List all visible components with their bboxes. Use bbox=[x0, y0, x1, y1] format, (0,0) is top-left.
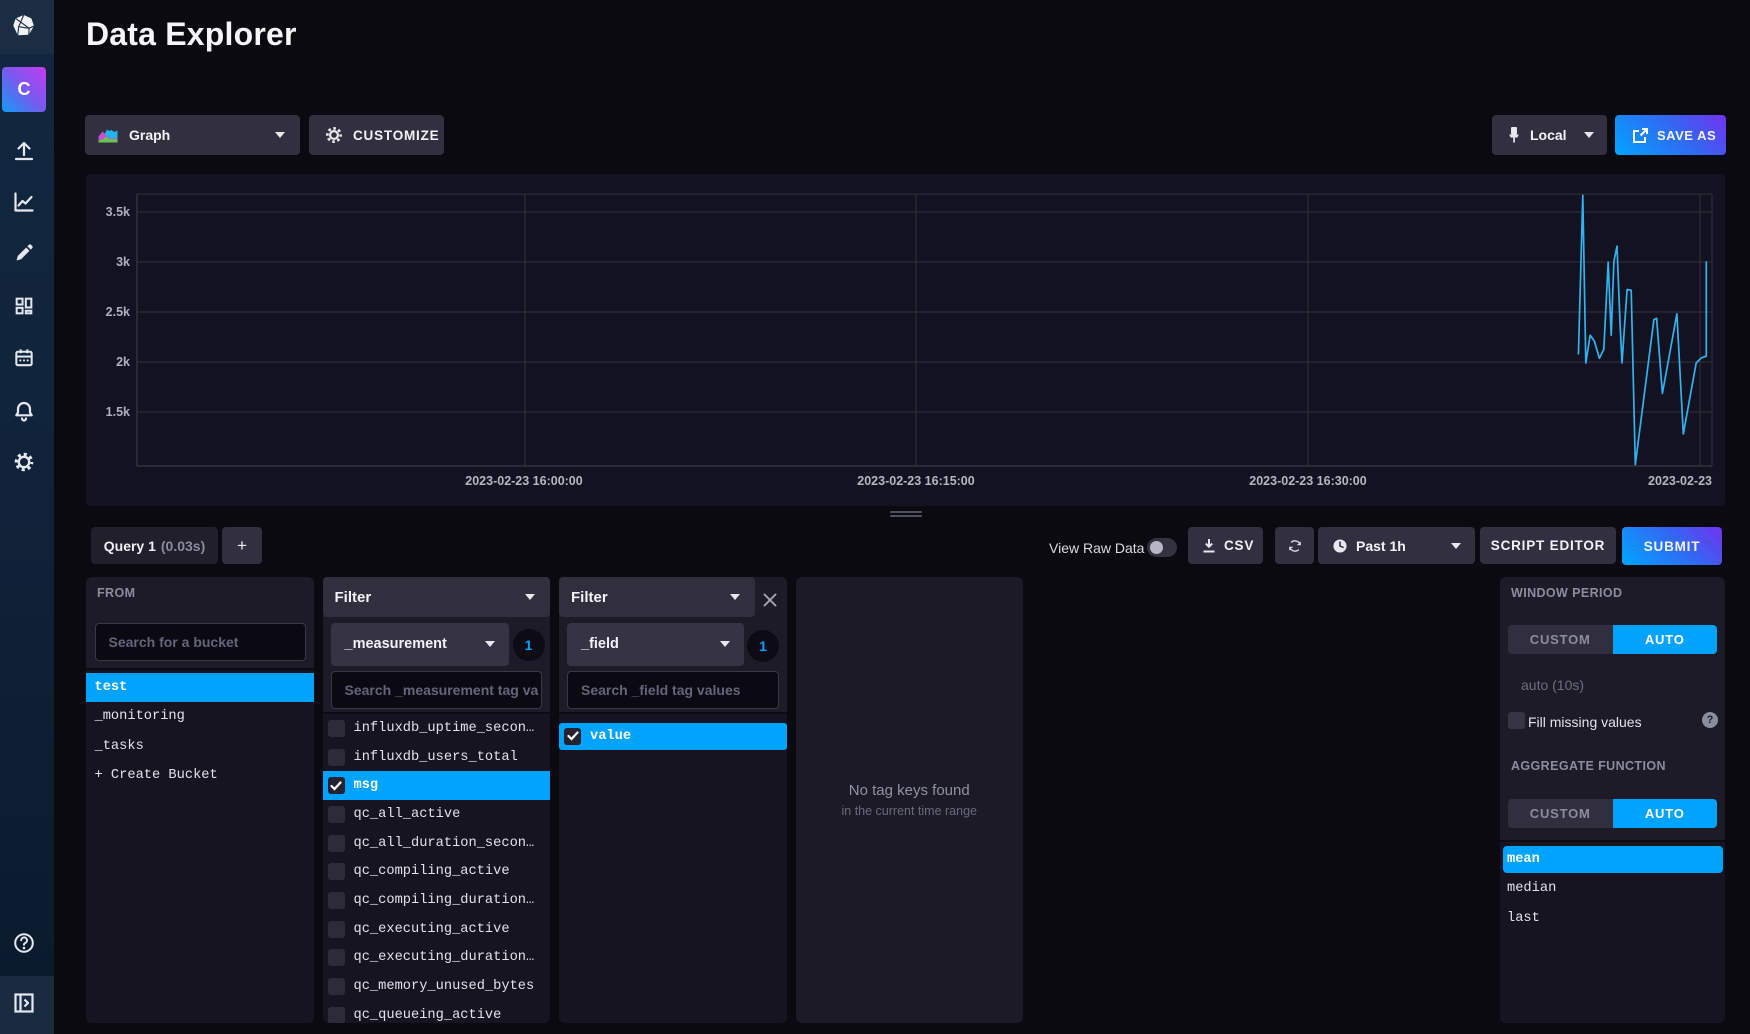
svg-text:3.5k: 3.5k bbox=[106, 205, 130, 219]
svg-text:2k: 2k bbox=[116, 355, 130, 369]
svg-text:2023-02-23: 2023-02-23 bbox=[1648, 474, 1712, 488]
svg-text:2.5k: 2.5k bbox=[106, 305, 130, 319]
svg-text:2023-02-23 16:15:00: 2023-02-23 16:15:00 bbox=[857, 474, 974, 488]
svg-text:3k: 3k bbox=[116, 255, 130, 269]
svg-text:2023-02-23 16:30:00: 2023-02-23 16:30:00 bbox=[1249, 474, 1366, 488]
svg-text:2023-02-23 16:00:00: 2023-02-23 16:00:00 bbox=[465, 474, 582, 488]
svg-text:1.5k: 1.5k bbox=[106, 405, 130, 419]
